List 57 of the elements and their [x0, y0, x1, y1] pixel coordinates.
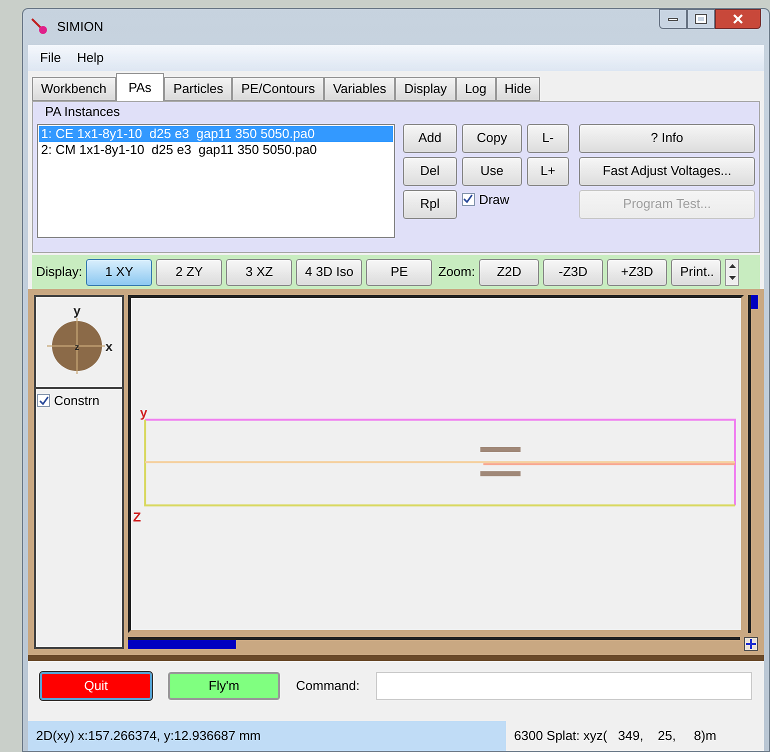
down-arrow-icon [728, 276, 736, 280]
window-title: SIMION [57, 18, 104, 36]
app-icon [31, 18, 49, 36]
group-title: PA Instances [44, 103, 121, 121]
pa-button[interactable]: Rpl [402, 190, 457, 218]
zoom-button[interactable]: Z2D [479, 258, 540, 286]
pa-button[interactable]: Add [402, 124, 457, 152]
spin-control[interactable] [725, 258, 740, 286]
list-item[interactable]: 2: CM 1x1-8y1-10 d25 e3 gap11 350 5050.pa0 [39, 142, 393, 158]
view-button[interactable]: PE [366, 258, 432, 286]
tab[interactable]: Workbench [32, 77, 116, 101]
close-icon [733, 14, 743, 24]
zoom-button[interactable]: -Z3D [543, 258, 604, 286]
menu-item[interactable]: Help [76, 48, 104, 68]
flym-button[interactable]: Fly'm [168, 672, 280, 700]
status-coordinates: 2D(xy) x:157.266374, y:12.936687 mm [28, 721, 506, 751]
pa-button[interactable]: L- [526, 124, 569, 152]
tab[interactable]: Hide [496, 77, 540, 101]
tab[interactable]: Log [456, 77, 496, 101]
view-button[interactable]: 3 XZ [226, 258, 292, 286]
tab[interactable]: PAs [116, 73, 164, 101]
move-icon [746, 639, 756, 650]
view-button[interactable]: 4 3D Iso [296, 258, 362, 286]
zoom-label: Zoom: [438, 263, 476, 282]
view-button[interactable]: 2 ZY [156, 258, 222, 286]
checkbox-label: Draw [478, 190, 510, 208]
command-field[interactable] [376, 672, 752, 700]
tab[interactable]: Display [395, 77, 456, 101]
tab[interactable]: PE/Contours [232, 77, 324, 101]
orientation-widget[interactable]: y z x [39, 302, 119, 382]
pa-button[interactable]: Use [462, 156, 522, 186]
zoom-button[interactable]: +Z3D [607, 258, 668, 286]
scroll-thumb[interactable] [751, 295, 758, 309]
maximize-button[interactable] [687, 9, 715, 29]
action-button[interactable]: Fast Adjust Voltages... [579, 156, 755, 186]
menu-item[interactable]: File [40, 48, 61, 68]
tab[interactable]: Variables [324, 77, 396, 101]
status-splat: 6300 Splat: xyz( 349, 25, 8)m [513, 727, 718, 746]
pa-button[interactable]: Del [402, 156, 457, 186]
pan-button[interactable] [744, 637, 758, 652]
minimize-button[interactable] [659, 9, 687, 29]
display-label: Display: [36, 263, 82, 282]
checkbox[interactable] [462, 192, 475, 206]
scroll-thumb[interactable] [128, 640, 236, 650]
quit-button[interactable]: Quit [40, 672, 152, 700]
view-button[interactable]: 1 XY [86, 258, 152, 286]
pa-button[interactable]: L+ [526, 156, 569, 186]
checkbox[interactable] [37, 394, 50, 408]
checkbox-label: Constrn [54, 392, 100, 410]
action-button[interactable]: ? Info [579, 124, 755, 152]
pa-instance-list[interactable]: 1: CE 1x1-8y1-10 d25 e3 gap11 350 5050.pa0 2: CM 1x1-8y1-10 d25 e3 gap11 350 5050.pa0 [37, 124, 395, 238]
close-button[interactable] [715, 9, 761, 29]
print-button[interactable]: Print.. [671, 258, 722, 286]
tab[interactable]: Particles [164, 77, 232, 101]
up-arrow-icon [728, 264, 736, 268]
pa-button[interactable]: Copy [462, 124, 522, 152]
command-label: Command: [296, 677, 360, 696]
